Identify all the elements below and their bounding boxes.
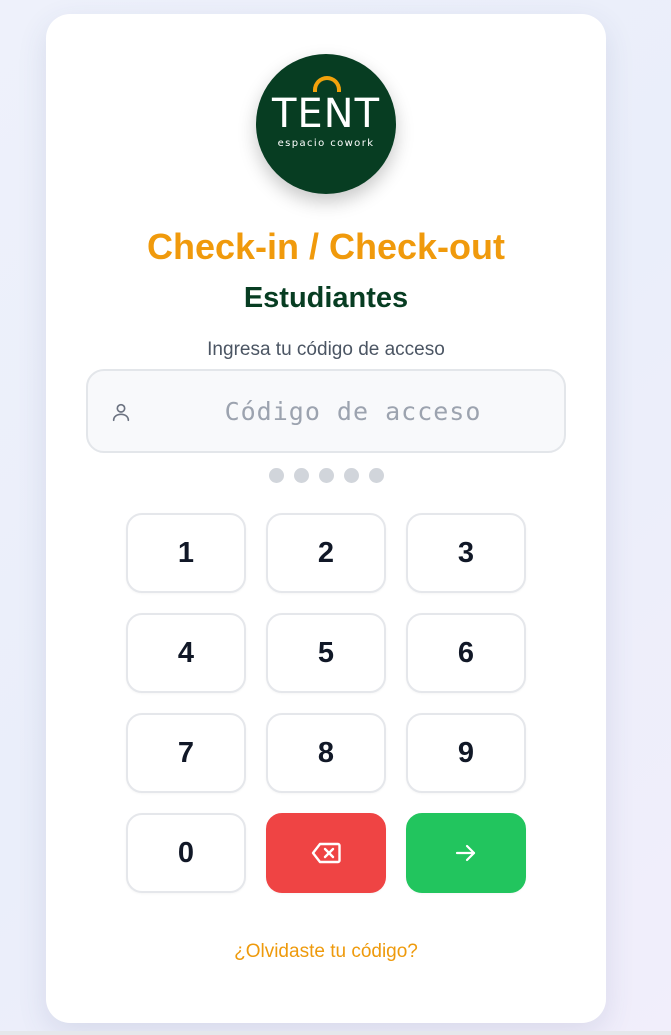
progress-dot <box>293 468 309 483</box>
page-title: Check-in / Check-out <box>146 226 506 267</box>
backspace-button[interactable] <box>266 813 386 893</box>
logo-tagline: espacio cowork <box>277 138 375 149</box>
key-2[interactable]: 2 <box>266 513 386 593</box>
login-card: TENT espacio cowork Check-in / Check-out… <box>46 14 606 1023</box>
user-icon <box>112 403 130 422</box>
progress-dot <box>318 468 334 483</box>
key-5[interactable]: 5 <box>266 613 386 693</box>
key-9[interactable]: 9 <box>406 713 526 793</box>
forgot-code-link[interactable]: ¿Olvidaste tu código? <box>46 941 606 963</box>
numeric-keypad: 1 2 3 4 5 6 7 8 9 0 <box>126 513 526 893</box>
key-7[interactable]: 7 <box>126 713 246 793</box>
backspace-icon <box>311 842 341 864</box>
code-progress-dots <box>46 468 606 483</box>
instruction-text: Ingresa tu código de acceso <box>207 339 445 360</box>
page-subtitle: Estudiantes <box>243 282 409 314</box>
progress-dot <box>368 468 384 483</box>
key-6[interactable]: 6 <box>406 613 526 693</box>
logo-arc <box>313 76 341 92</box>
progress-dot <box>268 468 284 483</box>
key-0[interactable]: 0 <box>126 813 246 893</box>
arrow-right-icon <box>455 844 476 862</box>
submit-button[interactable] <box>406 813 526 893</box>
key-8[interactable]: 8 <box>266 713 386 793</box>
window-bottom-edge <box>0 1031 671 1035</box>
logo-wordmark: TENT <box>271 91 381 137</box>
brand-logo: TENT espacio cowork <box>256 54 396 194</box>
code-input-field[interactable] <box>86 369 566 453</box>
key-4[interactable]: 4 <box>126 613 246 693</box>
key-3[interactable]: 3 <box>406 513 526 593</box>
code-input[interactable] <box>158 371 548 451</box>
progress-dot <box>343 468 359 483</box>
key-1[interactable]: 1 <box>126 513 246 593</box>
